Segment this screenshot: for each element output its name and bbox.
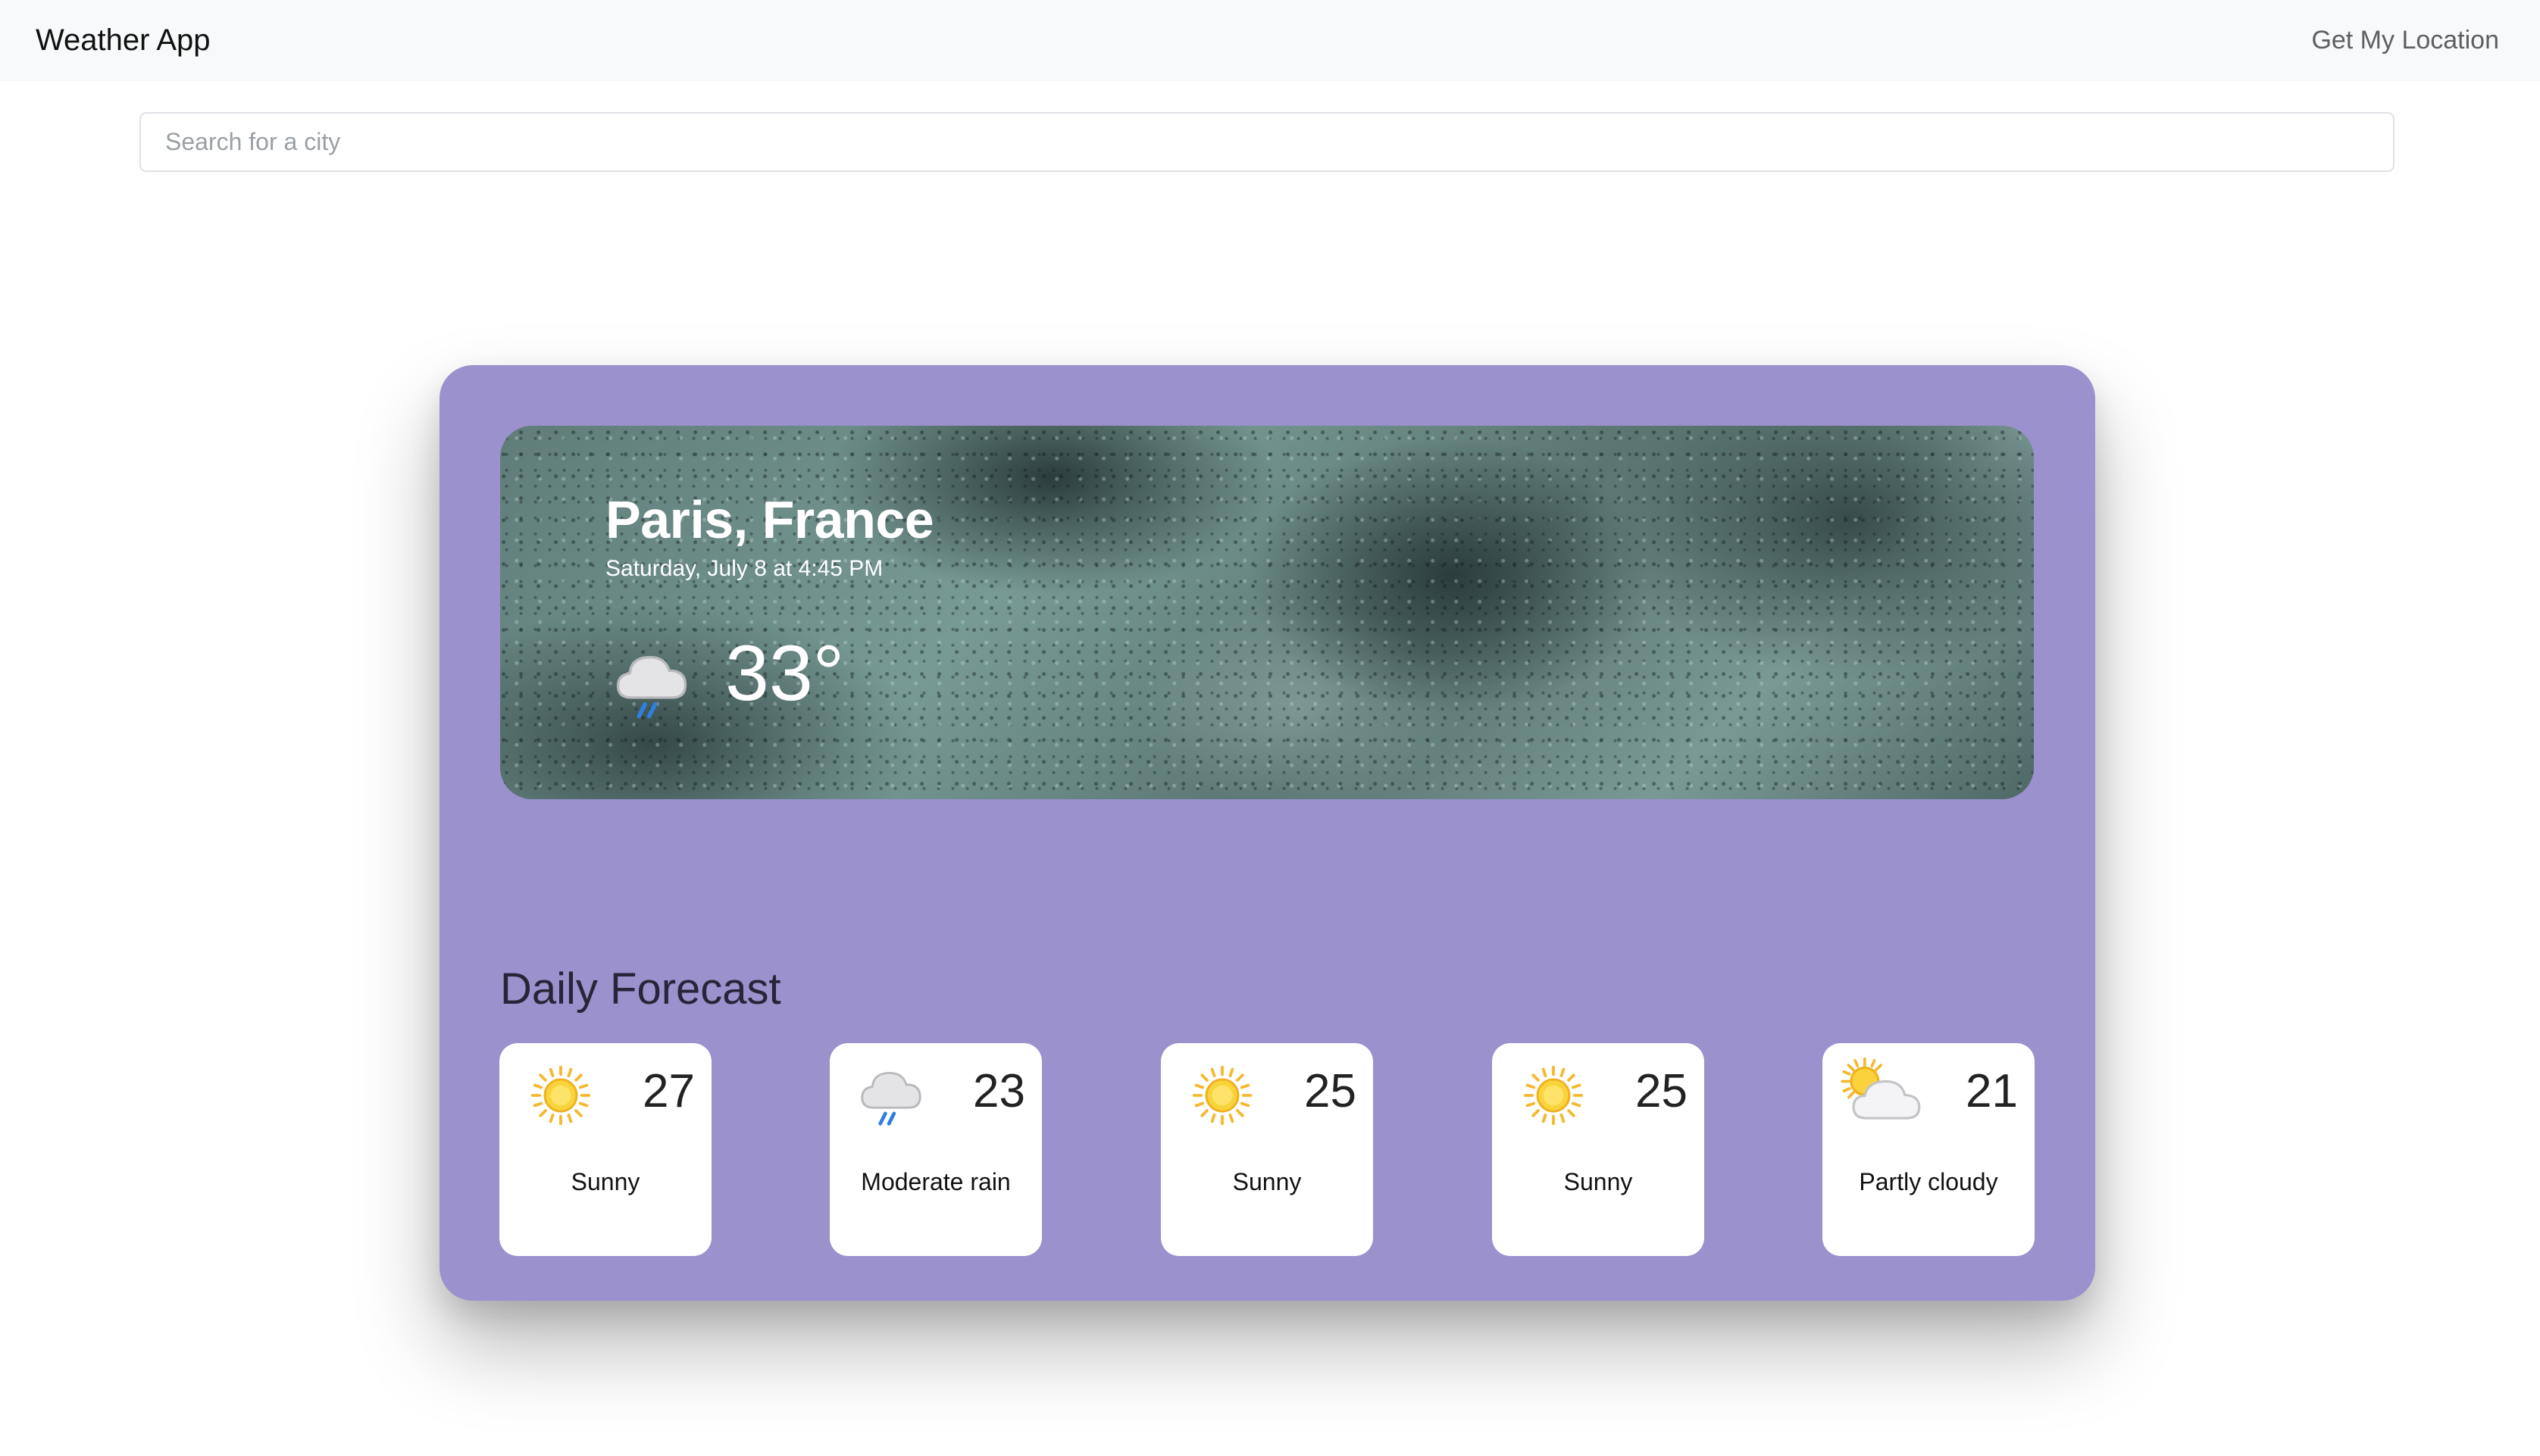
forecast-day-card: 25 Sunny — [1161, 1043, 1373, 1256]
app-brand[interactable]: Weather App — [36, 23, 211, 58]
search-input[interactable] — [139, 112, 2395, 172]
forecast-day-card: 27 Sunny — [499, 1043, 712, 1256]
forecast-temperature: 25 — [1635, 1065, 1688, 1117]
forecast-temperature: 21 — [1966, 1065, 2018, 1117]
rain-background-image — [500, 426, 2034, 799]
forecast-day-card: 21 Partly cloudy — [1822, 1043, 2035, 1256]
forecast-temperature: 27 — [643, 1065, 695, 1117]
forecast-temperature: 25 — [1304, 1065, 1356, 1117]
forecast-condition: Partly cloudy — [1859, 1168, 1998, 1195]
current-temperature: 33° — [725, 630, 845, 717]
forecast-condition: Sunny — [1232, 1168, 1302, 1195]
get-my-location-link[interactable]: Get My Location — [2311, 26, 2499, 55]
sun-icon — [1523, 1065, 1584, 1126]
navbar: Weather App Get My Location — [0, 0, 2540, 81]
current-weather-panel: Paris, France Saturday, July 8 at 4:45 P… — [500, 426, 2034, 799]
partly-cloudy-icon — [1841, 1057, 1921, 1120]
forecast-condition: Sunny — [1563, 1168, 1633, 1195]
forecast-list: 27 Sunny 23 Moderate rain 25 Sunny 25 Su… — [499, 1043, 2035, 1257]
current-datetime: Saturday, July 8 at 4:45 PM — [605, 556, 884, 581]
forecast-day-card: 25 Sunny — [1492, 1043, 1704, 1256]
forecast-condition: Sunny — [571, 1168, 640, 1195]
sun-icon — [530, 1065, 591, 1126]
weather-card: Paris, France Saturday, July 8 at 4:45 P… — [439, 365, 2095, 1301]
forecast-title: Daily Forecast — [500, 964, 781, 1014]
forecast-day-card: 23 Moderate rain — [830, 1043, 1042, 1256]
forecast-temperature: 23 — [973, 1065, 1025, 1117]
forecast-condition: Moderate rain — [861, 1168, 1011, 1195]
sun-icon — [1192, 1065, 1253, 1126]
city-name: Paris, France — [605, 490, 934, 549]
rain-cloud-icon — [610, 645, 693, 721]
search-bar — [139, 112, 2395, 172]
rain-cloud-icon — [857, 1063, 925, 1128]
